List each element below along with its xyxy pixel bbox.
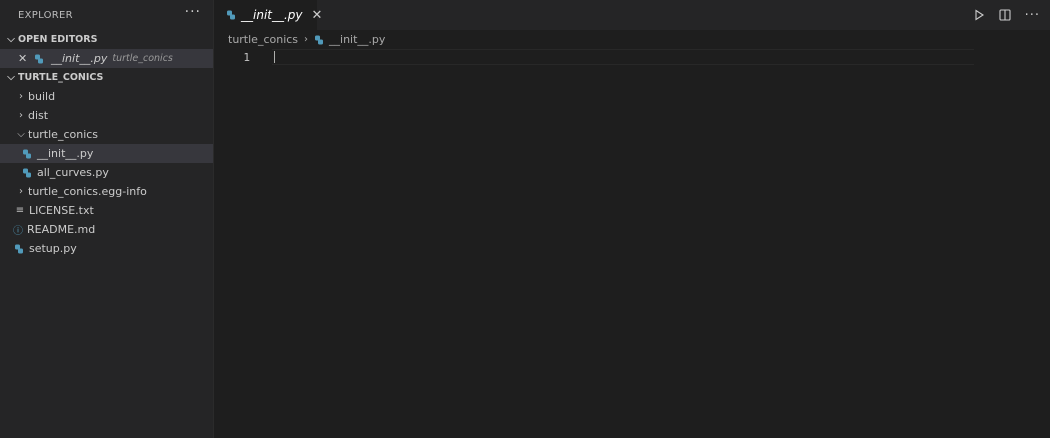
python-file-icon [22, 168, 32, 178]
open-editor-filename: __init__.py [51, 52, 108, 65]
workspace-label: TURTLE_CONICS [18, 72, 104, 83]
breadcrumb: turtle_conics › __init__.py [214, 30, 1050, 49]
folder-label: turtle_conics.egg-info [28, 185, 147, 198]
explorer-header: EXPLORER ··· [0, 0, 213, 30]
file-label: all_curves.py [37, 166, 109, 179]
line-number: 1 [243, 50, 250, 64]
close-icon[interactable]: ✕ [18, 52, 30, 65]
chevron-right-icon: › [19, 91, 23, 102]
open-editors-section-header[interactable]: ⌵ OPEN EDITORS [0, 30, 213, 49]
python-file-icon [22, 149, 32, 159]
code-line[interactable]: 1 [214, 49, 1050, 65]
chevron-right-icon: › [304, 34, 309, 45]
editor-area: __init__.py ✕ ··· turtle_conics › __init… [214, 0, 1050, 438]
python-file-icon [314, 35, 324, 45]
vscode-window: EXPLORER ··· ⌵ OPEN EDITORS ✕ __init__.p… [0, 0, 1050, 438]
python-file-icon [226, 10, 236, 20]
info-icon: ⓘ [13, 226, 23, 237]
run-icon[interactable] [973, 9, 985, 21]
tab-bar: __init__.py ✕ ··· [214, 0, 1050, 30]
file-all-curves-py[interactable]: all_curves.py [0, 163, 213, 182]
folder-dist[interactable]: › dist [0, 106, 213, 125]
chevron-right-icon: › [19, 110, 23, 121]
split-editor-icon[interactable] [999, 9, 1011, 21]
open-editor-folder: turtle_conics [112, 53, 173, 64]
chevron-down-icon: ⌵ [7, 34, 15, 45]
more-actions-icon[interactable]: ··· [1025, 8, 1040, 23]
tab-label: __init__.py [241, 8, 303, 22]
more-actions-icon[interactable]: ··· [185, 4, 201, 26]
close-icon[interactable]: ✕ [312, 8, 323, 23]
folder-label: build [28, 90, 56, 103]
file-label: __init__.py [37, 147, 94, 160]
file-label: setup.py [29, 242, 77, 255]
chevron-down-icon: ⌵ [17, 129, 25, 140]
file-label: LICENSE.txt [29, 204, 94, 217]
folder-build[interactable]: › build [0, 87, 213, 106]
tab-init-py[interactable]: __init__.py ✕ [214, 0, 322, 30]
python-file-icon [14, 244, 24, 254]
chevron-right-icon: › [19, 186, 23, 197]
chevron-down-icon: ⌵ [7, 72, 15, 83]
file-license-txt[interactable]: ≡ LICENSE.txt [0, 201, 213, 220]
current-line-highlight [272, 49, 974, 65]
file-label: README.md [27, 223, 96, 236]
breadcrumb-file[interactable]: __init__.py [329, 33, 385, 46]
folder-label: turtle_conics [28, 128, 99, 141]
file-readme-md[interactable]: ⓘ README.md [0, 220, 213, 239]
folder-egg-info[interactable]: › turtle_conics.egg-info [0, 182, 213, 201]
workspace-section-header[interactable]: ⌵ TURTLE_CONICS [0, 68, 213, 87]
explorer-title: EXPLORER [18, 9, 73, 21]
explorer-sidebar: EXPLORER ··· ⌵ OPEN EDITORS ✕ __init__.p… [0, 0, 214, 438]
open-editors-label: OPEN EDITORS [18, 34, 98, 45]
file-setup-py[interactable]: setup.py [0, 239, 213, 258]
text-file-icon: ≡ [15, 205, 25, 216]
file-init-py[interactable]: __init__.py [0, 144, 213, 163]
folder-label: dist [28, 109, 49, 122]
python-file-icon [34, 54, 44, 64]
open-editor-item[interactable]: ✕ __init__.py turtle_conics [0, 49, 213, 68]
editor-actions: ··· [973, 0, 1040, 30]
folder-turtle-conics[interactable]: ⌵ turtle_conics [0, 125, 213, 144]
text-cursor [274, 51, 275, 63]
breadcrumb-folder[interactable]: turtle_conics [228, 33, 298, 46]
